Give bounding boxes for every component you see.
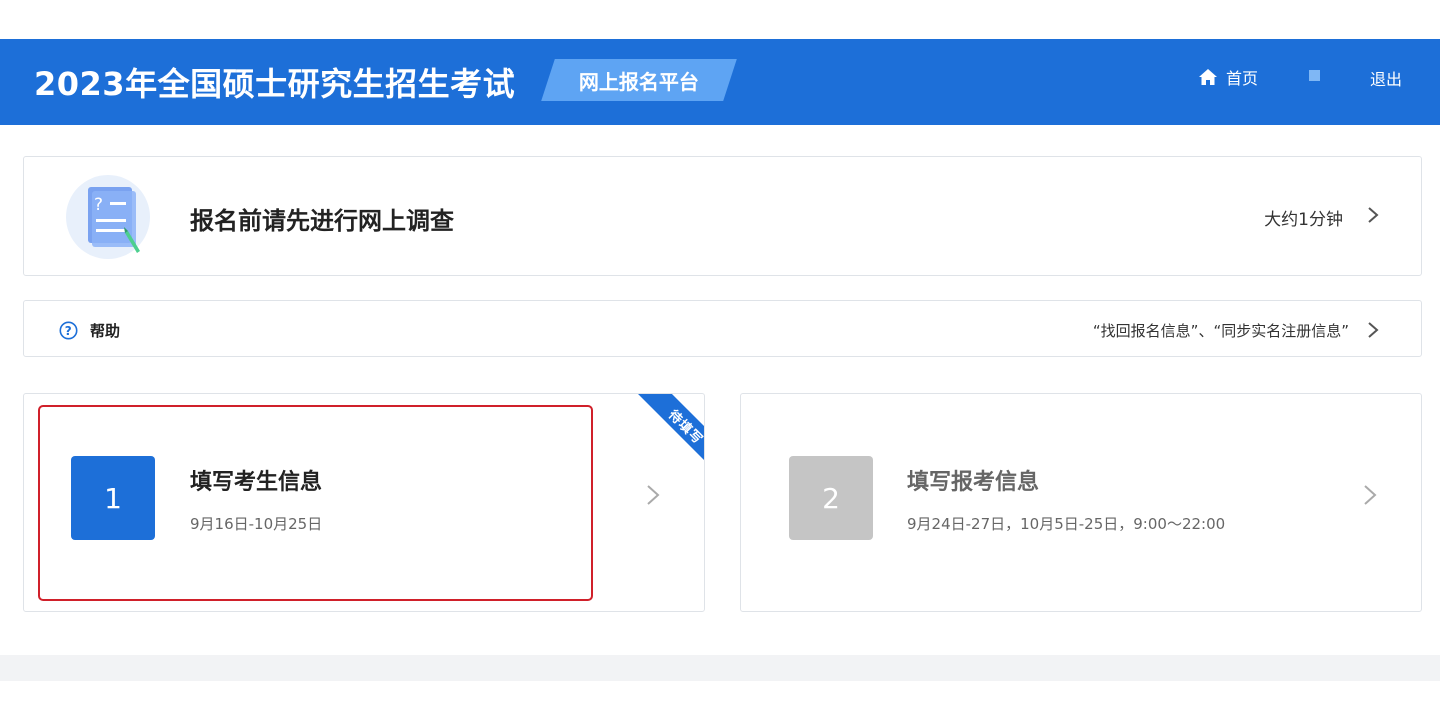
survey-title: 报名前请先进行网上调查 [190,207,454,235]
site-title: 2023年全国硕士研究生招生考试 [34,65,516,103]
platform-tag-label: 网上报名平台 [579,69,699,94]
chevron-right-icon [647,485,660,505]
platform-tag: 网上报名平台 [541,59,737,101]
help-question-icon: ? [59,321,78,340]
step-title: 填写考生信息 [190,470,323,495]
chevron-right-icon [1364,485,1377,505]
svg-text:?: ? [65,324,72,338]
step-dates: 9月24日-27日，10月5日-25日，9:00～22:00 [907,515,1226,533]
step-title: 填写报考信息 [907,470,1040,495]
survey-duration: 大约1分钟 [1264,210,1343,230]
nav-home-label: 首页 [1226,69,1259,88]
home-icon [1199,69,1217,85]
survey-card[interactable]: ? 报名前请先进行网上调查 大约1分钟 [23,156,1422,276]
step-number-badge: 2 [789,456,873,540]
status-ribbon-label: 待填写 [665,407,704,448]
step-number-badge: 1 [71,456,155,540]
logout-link[interactable]: 退出 [1370,66,1402,90]
user-avatar-placeholder [1309,70,1320,81]
chevron-right-icon [1368,207,1379,223]
step-card-fill-candidate-info[interactable]: 1 填写考生信息 9月16日-10月25日 待填写 [23,393,705,612]
status-ribbon: 待填写 [622,394,704,476]
help-links-text: “找回报名信息”、“同步实名注册信息” [1092,322,1349,340]
top-header: 2023年全国硕士研究生招生考试 网上报名平台 首页 退出 [0,39,1440,125]
nav-home-link[interactable]: 首页 [1198,65,1258,89]
help-card[interactable]: ? 帮助 “找回报名信息”、“同步实名注册信息” [23,300,1422,357]
survey-document-icon: ? [66,175,150,259]
help-label: 帮助 [90,322,121,340]
step-card-fill-application-info[interactable]: 2 填写报考信息 9月24日-27日，10月5日-25日，9:00～22:00 [740,393,1422,612]
svg-text:?: ? [94,195,103,215]
step-dates: 9月16日-10月25日 [190,515,323,533]
chevron-right-icon [1368,322,1379,338]
footer-band [0,655,1440,681]
